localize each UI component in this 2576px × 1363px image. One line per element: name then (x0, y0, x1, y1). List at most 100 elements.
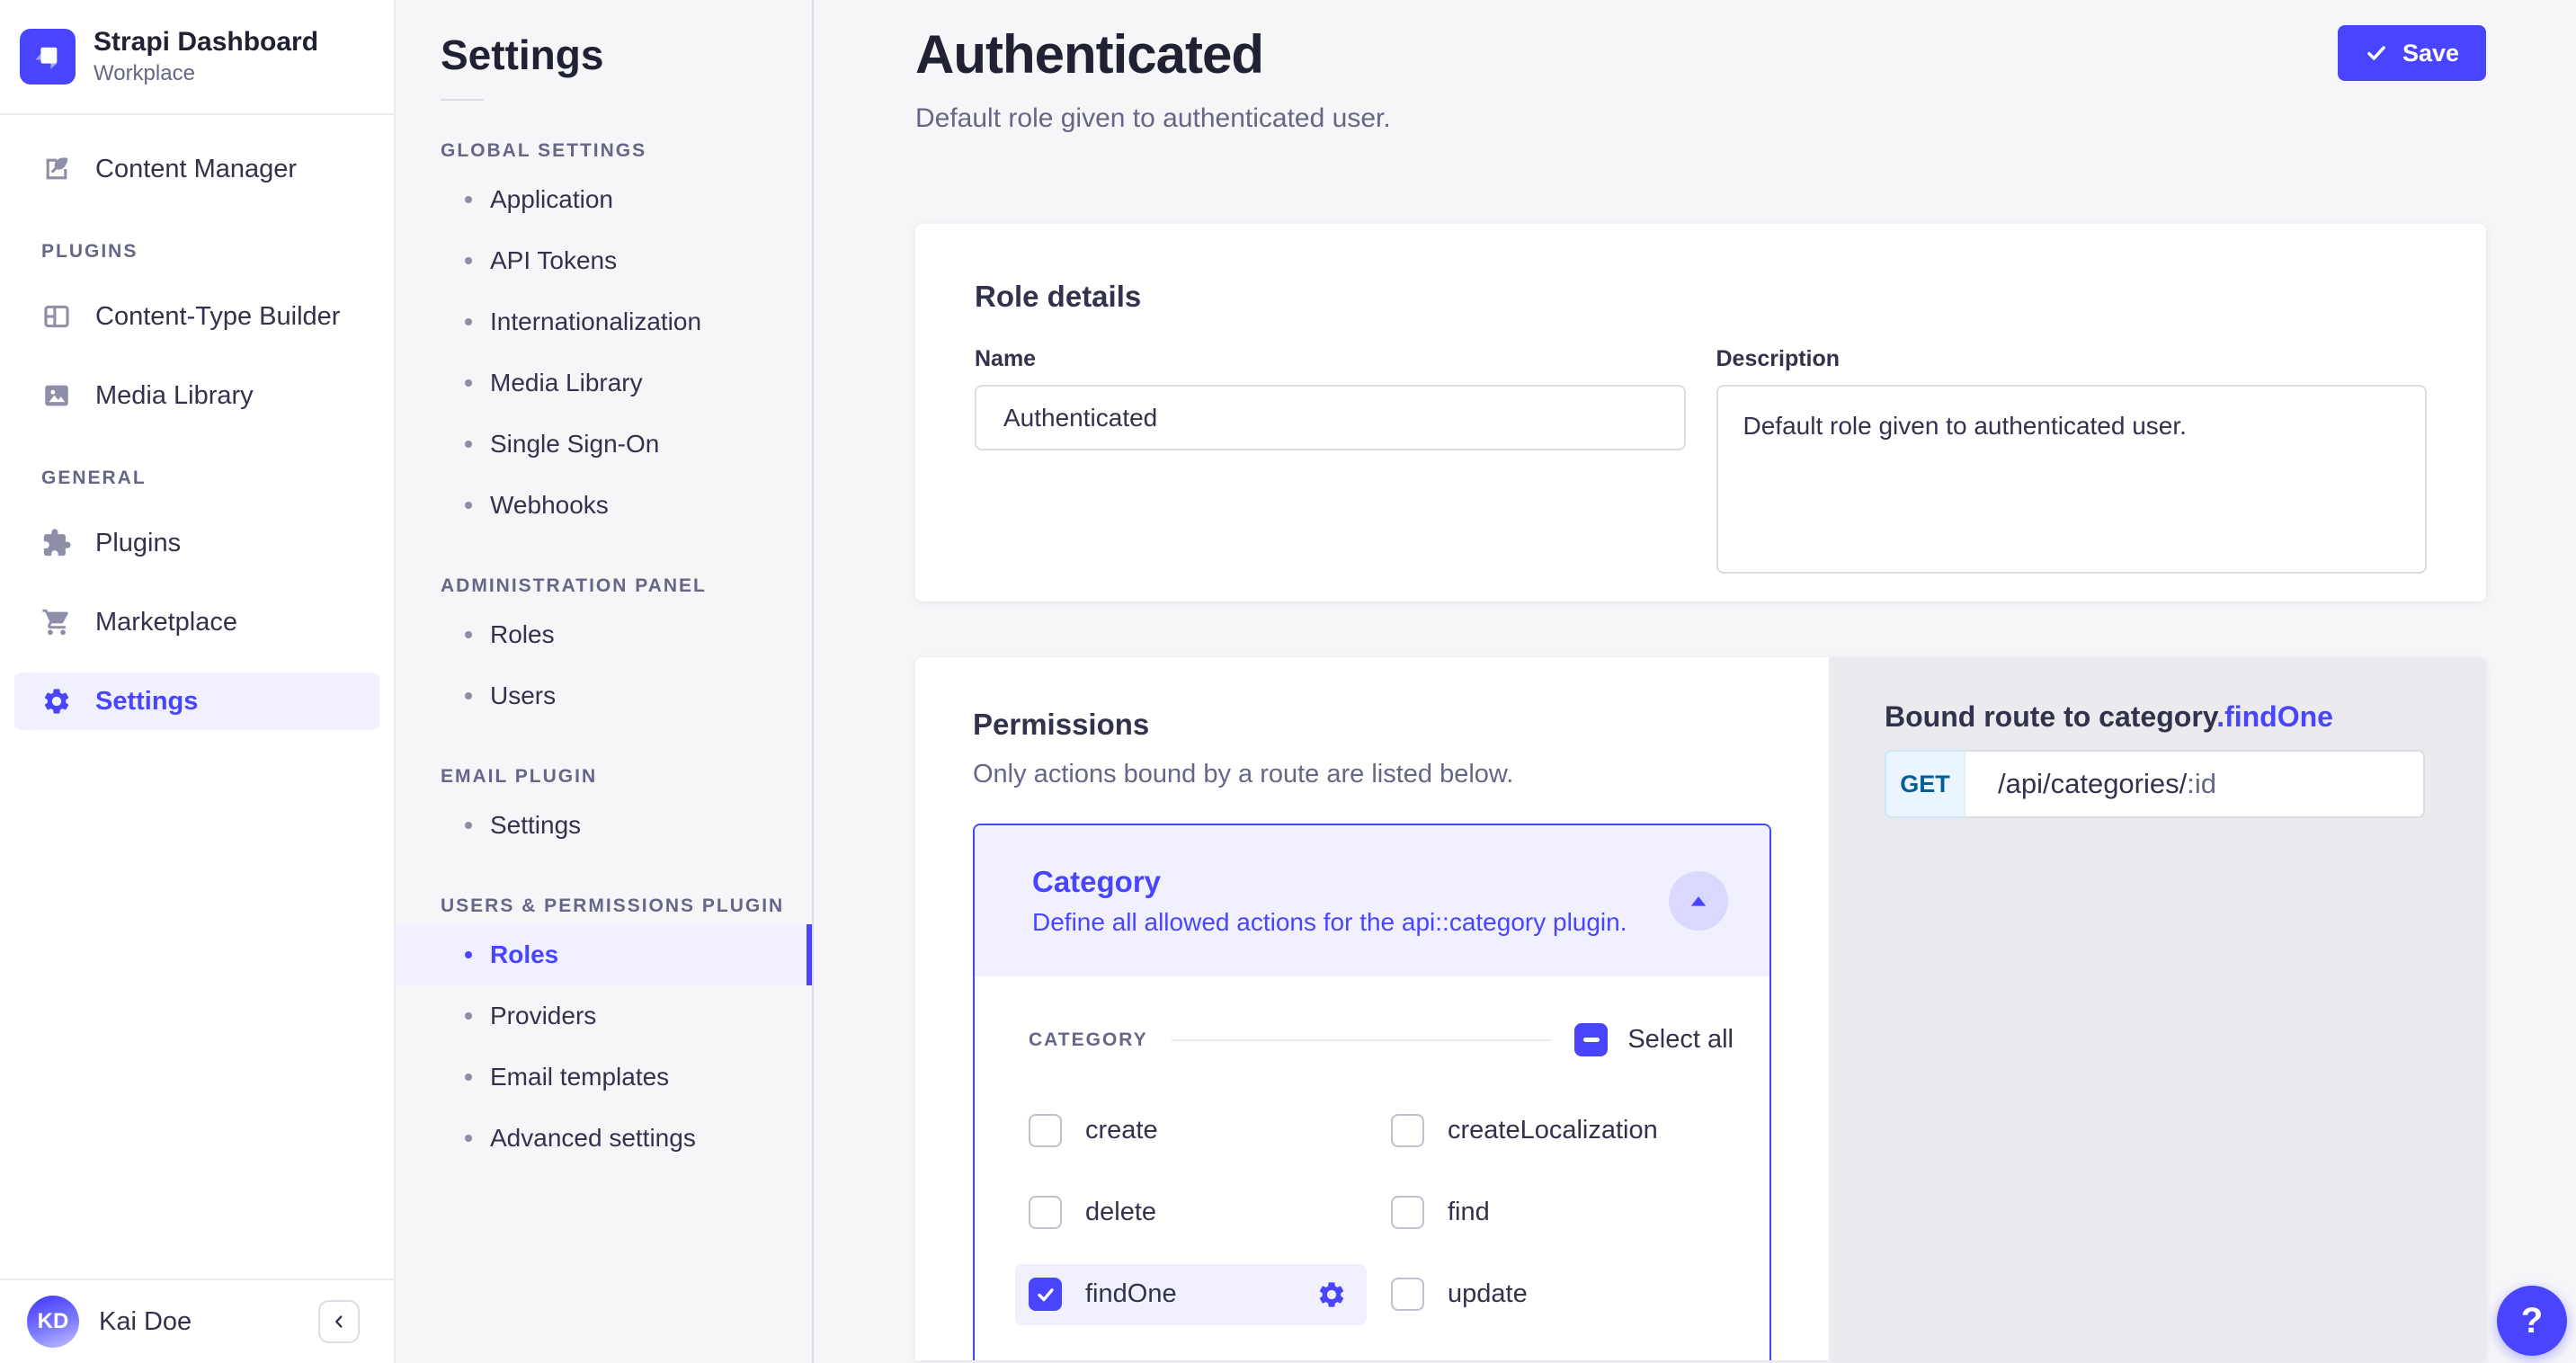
subnav-item-label: Providers (490, 1002, 596, 1030)
subnav-item-label: Roles (490, 620, 555, 649)
feather-pen-icon (41, 154, 72, 184)
strapi-logo-icon (20, 29, 76, 85)
findOne-checkbox[interactable] (1029, 1278, 1062, 1311)
subnav-item-admin-users[interactable]: Users (396, 665, 812, 726)
subnav-section-email-plugin: EMAIL PLUGIN (396, 766, 812, 788)
subnav-divider (441, 99, 484, 101)
shopping-cart-icon (41, 607, 72, 637)
checkbox-label: delete (1085, 1198, 1156, 1227)
route-display: GET /api/categories/:id (1885, 750, 2425, 818)
subnav-item-single-sign-on[interactable]: Single Sign-On (396, 414, 812, 475)
accordion-collapse-button[interactable] (1669, 871, 1728, 931)
app-identity: Strapi Dashboard Workplace (94, 26, 318, 87)
subnav-item-label: API Tokens (490, 246, 617, 275)
findOne-settings-gear-icon[interactable] (1316, 1279, 1347, 1310)
permissions-heading: Permissions (973, 708, 1771, 742)
category-accordion-body: CATEGORY Select all create (975, 976, 1769, 1311)
subnav-list-global-settings: Application API Tokens Internationalizat… (396, 169, 812, 536)
permission-item-createLocalization: createLocalization (1391, 1114, 1734, 1147)
description-field-group: Description Default role given to authen… (1716, 346, 2428, 578)
name-input[interactable] (975, 385, 1686, 450)
subnav-item-label: Media Library (490, 369, 643, 397)
bullet-icon (465, 822, 472, 829)
sidebar-item-label: Marketplace (95, 608, 237, 637)
save-button[interactable]: Save (2338, 25, 2486, 81)
subnav-item-providers[interactable]: Providers (396, 985, 812, 1047)
avatar[interactable]: KD (27, 1296, 79, 1348)
select-all-checkbox[interactable] (1574, 1023, 1608, 1056)
select-all-label: Select all (1627, 1025, 1734, 1055)
sidebar-item-content-manager[interactable]: Content Manager (14, 140, 379, 198)
bullet-icon (465, 257, 472, 264)
bullet-icon (465, 692, 472, 699)
update-checkbox[interactable] (1391, 1278, 1424, 1311)
bullet-icon (465, 631, 472, 638)
delete-checkbox[interactable] (1029, 1196, 1062, 1229)
bound-route-heading: Bound route to category.findOne (1885, 700, 2429, 734)
subnav-section-administration-panel: ADMINISTRATION PANEL (396, 575, 812, 597)
user-name: Kai Doe (99, 1307, 318, 1337)
bound-route-action: .findOne (2216, 700, 2333, 733)
sidebar-item-label: Content Manager (95, 155, 297, 184)
subnav-item-api-tokens[interactable]: API Tokens (396, 230, 812, 291)
checkbox-label: update (1448, 1279, 1528, 1309)
find-checkbox[interactable] (1391, 1196, 1424, 1229)
page-title: Authenticated (915, 23, 1391, 85)
sidebar-section-general: GENERAL (14, 468, 379, 489)
create-checkbox[interactable] (1029, 1114, 1062, 1147)
createLocalization-checkbox[interactable] (1391, 1114, 1424, 1147)
subnav-item-advanced-settings[interactable]: Advanced settings (396, 1108, 812, 1169)
bullet-icon (465, 951, 472, 958)
help-button[interactable]: ? (2497, 1286, 2567, 1356)
subnav-item-label: Application (490, 185, 613, 214)
subnav-item-label: Advanced settings (490, 1124, 696, 1153)
layout-grid-icon (41, 301, 72, 332)
sidebar-item-settings[interactable]: Settings (14, 673, 379, 730)
check-icon (2365, 41, 2388, 65)
permission-item-update: update (1391, 1278, 1734, 1311)
sidebar-user-bar: KD Kai Doe (0, 1278, 394, 1363)
subnav-item-webhooks[interactable]: Webhooks (396, 475, 812, 536)
bullet-icon (465, 196, 472, 203)
description-textarea[interactable]: Default role given to authenticated user… (1716, 385, 2428, 574)
bullet-icon (465, 318, 472, 325)
subnav-item-admin-roles[interactable]: Roles (396, 604, 812, 665)
subnav-item-media-library[interactable]: Media Library (396, 352, 812, 414)
settings-subnav: Settings GLOBAL SETTINGS Application API… (396, 0, 814, 1363)
app-subtitle: Workplace (94, 60, 318, 87)
permission-item-create: create (1029, 1114, 1391, 1147)
category-group-row: CATEGORY Select all (1029, 1023, 1734, 1056)
checkbox-label: createLocalization (1448, 1116, 1658, 1145)
bound-route-panel: Bound route to category.findOne GET /api… (1829, 657, 2486, 1360)
sidebar-item-label: Media Library (95, 381, 254, 411)
subnav-item-internationalization[interactable]: Internationalization (396, 291, 812, 352)
puzzle-icon (41, 528, 72, 558)
bullet-icon (465, 1012, 472, 1020)
category-accordion-header[interactable]: Category Define all allowed actions for … (975, 825, 1769, 976)
subnav-item-label: Settings (490, 811, 581, 840)
permission-item-find: find (1391, 1196, 1734, 1229)
subnav-item-email-settings[interactable]: Settings (396, 795, 812, 856)
name-field-group: Name (975, 346, 1686, 578)
subnav-item-email-templates[interactable]: Email templates (396, 1047, 812, 1108)
strapi-admin-app: Strapi Dashboard Workplace Content Manag… (0, 0, 2576, 1363)
sidebar-item-plugins[interactable]: Plugins (14, 514, 379, 572)
subnav-list-users-permissions: Roles Providers Email templates Advanced… (396, 924, 812, 1169)
subnav-item-label: Roles (490, 940, 558, 969)
sidebar-item-marketplace[interactable]: Marketplace (14, 593, 379, 651)
role-details-card: Role details Name Description Default ro… (915, 224, 2486, 601)
subnav-section-global-settings: GLOBAL SETTINGS (396, 140, 812, 162)
checkbox-label: find (1448, 1198, 1490, 1227)
sidebar-collapse-button[interactable] (318, 1300, 360, 1343)
subnav-list-administration-panel: Roles Users (396, 604, 812, 726)
bullet-icon (465, 379, 472, 387)
sidebar-nav: Content Manager PLUGINS Content-Type Bui… (0, 115, 394, 730)
subnav-item-up-roles[interactable]: Roles (396, 924, 812, 985)
subnav-item-application[interactable]: Application (396, 169, 812, 230)
route-path: /api/categories/:id (1964, 750, 2425, 818)
sidebar-item-content-type-builder[interactable]: Content-Type Builder (14, 288, 379, 345)
sidebar-item-media-library[interactable]: Media Library (14, 367, 379, 424)
category-group-label: CATEGORY (1029, 1029, 1148, 1051)
chevron-left-icon (329, 1312, 349, 1332)
subnav-item-label: Users (490, 682, 556, 710)
